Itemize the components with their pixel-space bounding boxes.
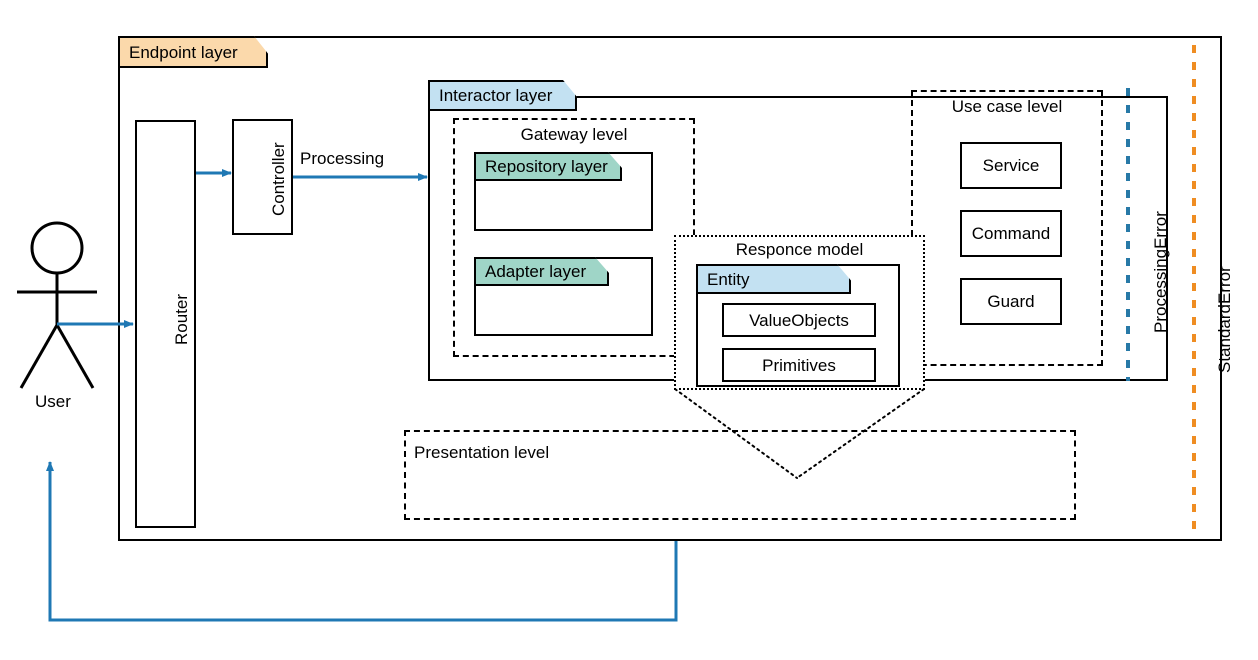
repository-layer-tab: Repository layer [474,152,622,181]
entity-label: Entity [707,269,750,289]
primitives-label: Primitives [762,355,836,375]
value-objects-label: ValueObjects [749,310,849,330]
primitives-box: Primitives [722,348,876,382]
use-case-item-command: Command [960,210,1062,257]
value-objects-box: ValueObjects [722,303,876,337]
use-case-item-label: Service [982,156,1040,175]
architecture-diagram: Endpoint layer Router Controller Process… [0,0,1258,660]
router-label: Router [172,293,191,345]
entity-tab: Entity [696,264,851,294]
use-case-item-service: Service [960,142,1062,189]
use-case-item-label: Command [971,224,1051,243]
processing-arrow-label: Processing [300,149,385,168]
actor-label: User [35,392,71,411]
standard-error-label: StandardError [1215,266,1234,373]
use-case-item-label: Guard [987,292,1035,311]
use-case-item-guard: Guard [960,278,1062,325]
interactor-layer-label: Interactor layer [439,86,553,105]
processing-error-label: ProcessingError [1151,211,1170,333]
use-case-level-label: Use case level [951,97,1063,116]
gateway-level-label: Gateway level [520,125,628,144]
interactor-layer-tab: Interactor layer [428,80,577,111]
adapter-layer-tab: Adapter layer [474,257,609,286]
endpoint-layer-label: Endpoint layer [129,42,238,62]
adapter-layer-label: Adapter layer [485,262,587,281]
controller-label: Controller [269,142,288,216]
responce-model-label: Responce model [735,240,864,259]
user-actor-icon [17,221,97,389]
endpoint-layer-tab: Endpoint layer [118,36,268,68]
presentation-level-label: Presentation level [414,443,550,462]
repository-layer-label: Repository layer [485,157,608,176]
